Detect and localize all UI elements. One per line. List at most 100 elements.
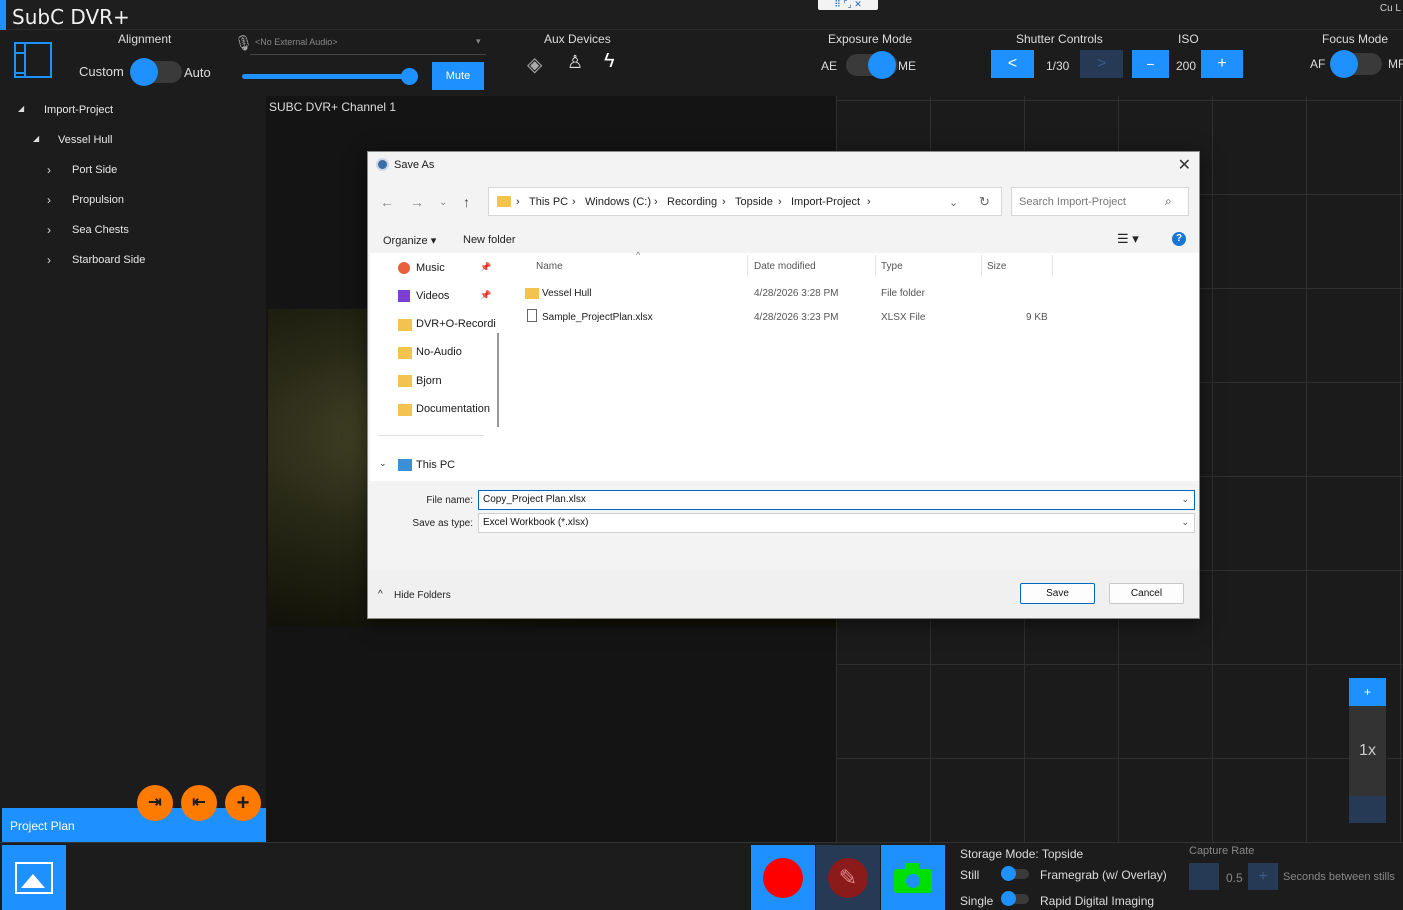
file-icon <box>527 309 537 322</box>
pin-icon: 📌 <box>480 262 492 272</box>
focus-toggle[interactable] <box>1330 50 1382 78</box>
file-name[interactable]: Vessel Hull <box>542 288 591 299</box>
file-type: XLSX File <box>881 312 926 323</box>
file-name[interactable]: Sample_ProjectPlan.xlsx <box>542 312 653 323</box>
project-plan-bar[interactable]: Project Plan <box>2 808 266 842</box>
close-icon[interactable]: ✕ <box>1178 155 1191 175</box>
breadcrumb-topside[interactable]: Topside <box>735 196 773 208</box>
focus-mf-label: MF <box>1388 57 1403 71</box>
title-bar: SubC DVR+ ⠿ ⌜⌟ ✕ Cu L <box>0 0 1403 30</box>
flash-icon[interactable]: ϟ <box>604 50 615 73</box>
nav-item-dvr-recordings[interactable]: DVR+O-Recordi <box>416 318 506 330</box>
up-icon[interactable]: ↑ <box>463 194 470 210</box>
new-folder-button[interactable]: New folder <box>463 234 516 246</box>
chevron-up-icon[interactable]: ^ <box>378 589 383 600</box>
nav-scrollbar[interactable] <box>497 333 499 427</box>
breadcrumb-windows-c[interactable]: Windows (C:) <box>585 196 651 208</box>
view-options-icon[interactable]: ☰ ▾ <box>1117 231 1139 247</box>
tree-item-sea-chests[interactable]: Sea Chests <box>72 224 129 236</box>
capture-rate-decrease[interactable] <box>1189 863 1219 890</box>
add-icon[interactable]: + <box>225 785 261 821</box>
nav-item-bjorn[interactable]: Bjorn <box>416 375 442 387</box>
column-header-name[interactable]: Name <box>536 261 563 272</box>
column-header-date[interactable]: Date modified <box>754 261 816 272</box>
iso-plus-button[interactable]: + <box>1201 50 1243 78</box>
recent-locations-icon[interactable]: ⌄ <box>439 197 447 208</box>
nav-item-this-pc[interactable]: This PC <box>416 459 455 471</box>
collapse-icon[interactable]: ◢ <box>18 104 24 113</box>
column-header-size[interactable]: Size <box>987 261 1006 272</box>
shutter-next-button[interactable]: > <box>1080 50 1123 78</box>
file-name-value: Copy_Project Plan.xlsx <box>483 494 586 505</box>
single-mode-toggle[interactable] <box>1001 891 1029 906</box>
tree-item-starboard-side[interactable]: Starboard Side <box>72 254 145 266</box>
organize-button[interactable]: Organize ▾ <box>383 234 436 247</box>
file-name-input[interactable]: Copy_Project Plan.xlsx ⌄ <box>478 490 1195 510</box>
import-icon[interactable]: ⇥ <box>137 785 173 821</box>
attach-button[interactable]: ✎ <box>816 845 880 910</box>
nav-item-documentation[interactable]: Documentation <box>416 403 490 415</box>
tree-item-import-project[interactable]: Import-Project <box>44 104 113 116</box>
breadcrumb-recording[interactable]: Recording <box>667 196 717 208</box>
exposure-mode-label: Exposure Mode <box>828 32 913 46</box>
volume-slider-handle[interactable] <box>401 68 418 85</box>
exposure-toggle[interactable] <box>846 51 898 79</box>
breadcrumb-import-project[interactable]: Import-Project <box>791 196 860 208</box>
export-icon[interactable]: ⇤ <box>181 785 217 821</box>
zoom-in-button[interactable]: + <box>1349 678 1386 706</box>
still-mode-toggle[interactable] <box>1001 866 1029 881</box>
capture-rate-increase[interactable]: + <box>1248 863 1278 890</box>
tree-item-port-side[interactable]: Port Side <box>72 164 117 176</box>
chevron-down-icon[interactable]: ⌄ <box>949 196 958 209</box>
mute-button[interactable]: Mute <box>432 62 484 90</box>
hide-folders-button[interactable]: Hide Folders <box>394 590 451 601</box>
tree-item-propulsion[interactable]: Propulsion <box>72 194 124 206</box>
nav-item-no-audio[interactable]: No-Audio <box>416 346 462 358</box>
lamp-icon[interactable]: ♙ <box>567 52 583 73</box>
expand-icon[interactable]: › <box>47 163 51 177</box>
refresh-icon[interactable]: ↻ <box>979 194 990 210</box>
breadcrumb-sep: › <box>572 196 576 208</box>
record-button[interactable] <box>751 845 815 910</box>
shutter-prev-button[interactable]: < <box>991 50 1034 78</box>
address-bar[interactable]: › This PC › Windows (C:) › Recording › T… <box>488 187 1002 216</box>
window-handle-tab[interactable]: ⠿ ⌜⌟ ✕ <box>818 0 878 10</box>
save-button[interactable]: Save <box>1020 583 1095 604</box>
tree-item-vessel-hull[interactable]: Vessel Hull <box>58 134 112 146</box>
alignment-custom-label: Custom <box>79 64 124 79</box>
capture-still-button[interactable] <box>881 845 945 910</box>
back-icon[interactable]: ← <box>380 194 394 210</box>
expand-icon[interactable]: › <box>47 253 51 267</box>
save-type-select[interactable]: Excel Workbook (*.xlsx) ⌄ <box>478 513 1195 533</box>
alignment-toggle[interactable] <box>130 58 182 86</box>
volume-slider[interactable] <box>242 74 418 79</box>
film-icon[interactable] <box>14 42 52 78</box>
chevron-down-icon[interactable]: ⌄ <box>1181 494 1189 505</box>
folder-icon <box>525 288 539 299</box>
zoom-out-button[interactable] <box>1349 796 1386 823</box>
forward-icon[interactable]: → <box>410 194 424 210</box>
search-input[interactable]: Search Import-Project <box>1011 187 1189 216</box>
nav-item-videos[interactable]: Videos <box>416 290 449 302</box>
camera-controls-bar: Alignment Custom Auto 🎙 <No External Aud… <box>0 30 1403 96</box>
breadcrumb-sep: › <box>722 196 726 208</box>
expand-icon[interactable]: › <box>47 193 51 207</box>
laser-icon[interactable]: ◈ <box>527 52 542 77</box>
iso-minus-button[interactable]: − <box>1132 50 1169 78</box>
alignment-label: Alignment <box>118 32 172 46</box>
sort-indicator-icon: ^ <box>636 250 641 260</box>
expand-icon[interactable]: › <box>47 223 51 237</box>
help-icon[interactable]: ? <box>1172 232 1186 246</box>
collapse-icon[interactable]: ◢ <box>33 134 39 143</box>
app-title: SubC DVR+ <box>12 5 130 29</box>
audio-select-underline <box>250 54 486 55</box>
breadcrumb-this-pc[interactable]: This PC <box>529 196 568 208</box>
gallery-button[interactable] <box>2 845 66 910</box>
shutter-controls-label: Shutter Controls <box>1016 32 1103 46</box>
chevron-down-icon[interactable]: ⌄ <box>379 458 387 469</box>
cancel-button[interactable]: Cancel <box>1109 583 1184 604</box>
audio-source-select[interactable]: <No External Audio> <box>255 37 338 47</box>
nav-item-music[interactable]: Music <box>416 262 445 274</box>
file-type: File folder <box>881 288 925 299</box>
column-header-type[interactable]: Type <box>881 261 903 272</box>
